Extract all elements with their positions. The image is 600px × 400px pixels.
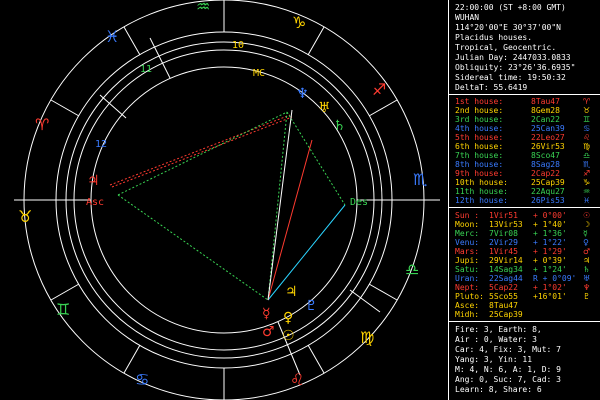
- aquarius-icon: ♒: [196, 0, 210, 16]
- mercury-icon: ☿: [583, 229, 588, 238]
- house-number-11: 11: [140, 64, 152, 75]
- degree-ring-inner: [73, 49, 375, 351]
- uranus-icon: ♅: [583, 274, 591, 283]
- leo-icon: ♌: [583, 133, 591, 142]
- leo-icon: ♌: [290, 370, 304, 389]
- moon-icon: ☽: [583, 220, 591, 229]
- separator: [449, 94, 600, 95]
- gemini-icon: ♊: [583, 115, 591, 124]
- degree-ring-outer: [65, 41, 383, 359]
- pisces-icon: ♓: [105, 27, 119, 46]
- pluto-icon: ♇: [305, 298, 318, 314]
- midheaven-label: MC: [253, 68, 265, 79]
- summary-line: Car: 4, Fix: 3, Mut: 7: [455, 345, 561, 354]
- header-line-coords: 114°20'00"E 30°37'00"N: [455, 23, 561, 32]
- aquarius-icon: ♒: [583, 187, 591, 196]
- sagittarius-icon: ♐: [583, 169, 591, 178]
- venus-icon: ♀: [583, 238, 589, 247]
- header-line-obliquity: Obliquity: 23°26'36.6935": [455, 63, 576, 72]
- capricorn-icon: ♑: [583, 178, 591, 187]
- virgo-icon: ♍: [583, 142, 591, 151]
- header-line-houses: Placidus houses.: [455, 33, 533, 42]
- summary-line: Air : 0, Water: 3: [455, 335, 537, 344]
- zodiac-inner-ring: [55, 31, 393, 369]
- cancer-icon: ♋: [135, 370, 149, 389]
- separator: [449, 321, 600, 322]
- summary-line: Learn: 8, Share: 6: [455, 385, 542, 394]
- house-number-10: 10: [232, 40, 244, 51]
- mars-icon: ♂: [262, 324, 275, 340]
- house-row: 12th house: 26Pis53: [455, 196, 565, 205]
- house-number-12: 12: [95, 139, 107, 150]
- saturn-icon: ♄: [583, 265, 591, 274]
- uranus-icon: ♅: [318, 100, 331, 116]
- header-line-zodiac: Tropical, Geocentric.: [455, 43, 557, 52]
- virgo-icon: ♍: [360, 328, 374, 347]
- header-line-place: WUHAN: [455, 13, 480, 22]
- capricorn-icon: ♑: [292, 13, 306, 32]
- gemini-icon: ♊: [56, 300, 70, 319]
- saturn-icon: ♄: [333, 118, 346, 134]
- midheaven-row: Midh: 25Cap39: [455, 310, 523, 319]
- scorpio-icon: ♏: [413, 170, 427, 189]
- header-line-deltat: DeltaT: 55.6419: [455, 83, 528, 92]
- separator: [449, 207, 600, 208]
- cancer-icon: ♋: [583, 124, 591, 133]
- north-node-icon: ♃: [87, 173, 100, 189]
- planet-glyphs: ♃ ♆ ♅ ♄ ♃ ♇ ☿ ♀ ♂ ☉: [87, 86, 346, 344]
- header-line-sidereal: Sidereal time: 19:50:32: [455, 73, 566, 82]
- aries-icon: ♈: [583, 97, 591, 106]
- summary-line: M: 4, N: 6, A: 1, D: 9: [455, 365, 561, 374]
- descendant-label: Des: [350, 197, 368, 208]
- header-line-julian: Julian Day: 2447033.0833: [455, 53, 571, 62]
- planet-symbol-column: ♈ ♉ ♊ ♋ ♌ ♍ ♎ ♏ ♐ ♑ ♒ ♓: [583, 97, 597, 205]
- sun-icon: ☉: [583, 211, 591, 220]
- planet-glyph-column: ☉ ☽ ☿ ♀ ♂ ♃ ♄ ♅ ♆ ♇: [583, 211, 597, 301]
- sagittarius-icon: ♐: [372, 80, 386, 99]
- neptune-icon: ♆: [583, 283, 591, 292]
- natal-chart-wheel: Asc Des MC 10 11 12 ♒ ♑ ♐ ♏ ♎ ♍ ♌ ♋ ♊ ♉ …: [14, 0, 440, 400]
- pisces-icon: ♓: [583, 196, 591, 205]
- summary-line: Ang: 0, Suc: 7, Cad: 3: [455, 375, 561, 384]
- header-line-time: 22:00:00 (ST +8:00 GMT): [455, 3, 566, 12]
- venus-icon: ♀: [283, 310, 293, 326]
- zodiac-glyphs: ♒ ♑ ♐ ♏ ♎ ♍ ♌ ♋ ♊ ♉ ♈ ♓: [18, 0, 427, 389]
- chart-info-panel: 22:00:00 (ST +8:00 GMT) WUHAN 114°20'00"…: [448, 0, 600, 400]
- ascendant-label: Asc: [86, 197, 104, 208]
- taurus-icon: ♉: [18, 207, 32, 226]
- neptune-icon: ♆: [296, 86, 309, 102]
- mercury-icon: ☿: [262, 306, 271, 322]
- mars-icon: ♂: [583, 247, 591, 256]
- aspect-lines: [109, 109, 346, 301]
- summary-line: Fire: 3, Earth: 8,: [455, 325, 542, 334]
- libra-icon: ♎: [583, 151, 591, 160]
- summary-line: Yang: 3, Yin: 11: [455, 355, 533, 364]
- libra-icon: ♎: [405, 260, 419, 279]
- pluto-icon: ♇: [583, 292, 591, 301]
- jupiter-icon: ♃: [285, 284, 298, 300]
- jupiter-icon: ♃: [583, 256, 591, 265]
- scorpio-icon: ♏: [583, 160, 591, 169]
- sun-icon: ☉: [282, 328, 295, 344]
- aries-icon: ♈: [35, 115, 49, 134]
- taurus-icon: ♉: [583, 106, 591, 115]
